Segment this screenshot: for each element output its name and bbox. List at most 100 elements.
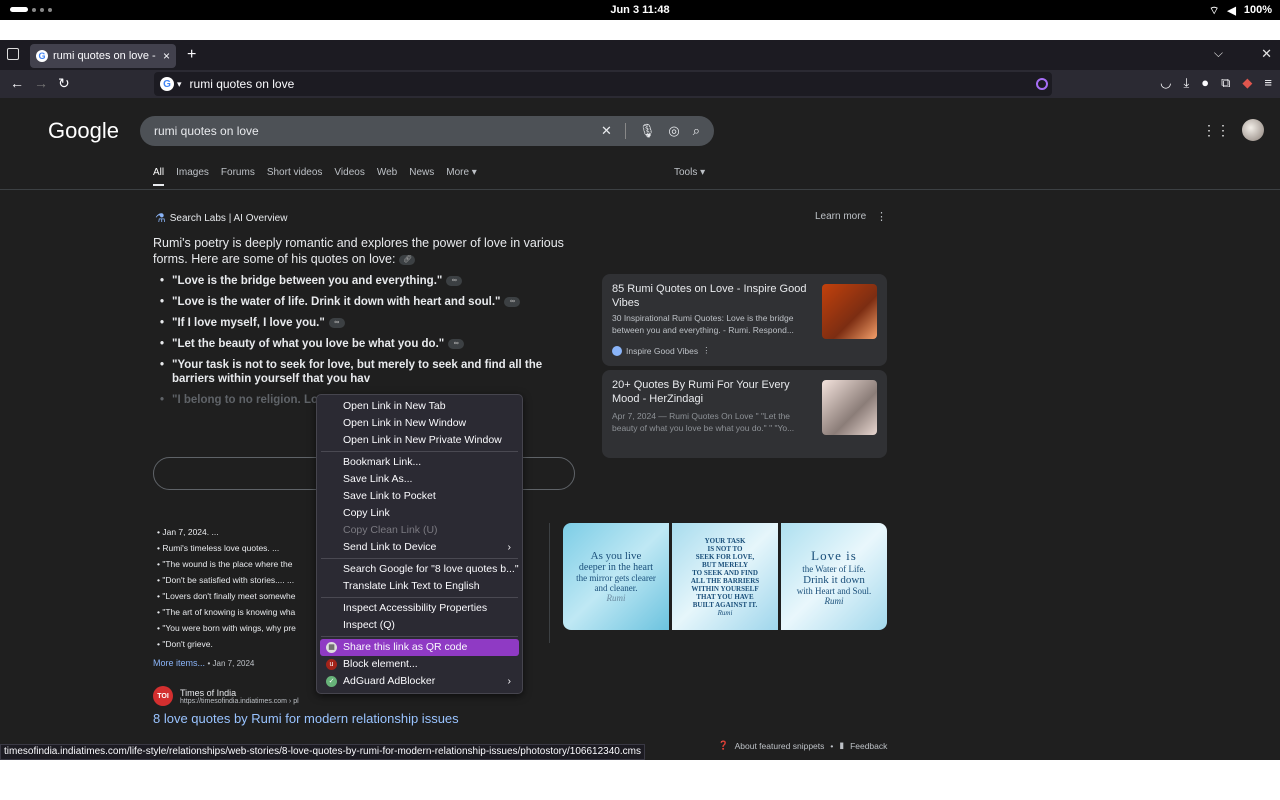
search-input[interactable]: rumi quotes on love ✕ 🎙︎ ◎ ⌕	[140, 116, 714, 146]
more-options-icon[interactable]: ⋮	[876, 210, 887, 223]
tab-strip: G rumi quotes on love - G × + ⌵ ✕	[0, 40, 1280, 70]
chevron-down-icon[interactable]: ▾	[177, 79, 182, 90]
snippet-footer: ❓ About featured snippets • ▮ Feedback	[718, 740, 887, 751]
menu-adguard[interactable]: ✓ AdGuard AdBlocker ›	[320, 673, 519, 690]
browser-window: G rumi quotes on love - G × + ⌵ ✕ ← → ↻ …	[0, 40, 1280, 760]
link-icon[interactable]: 🔗︎	[399, 254, 416, 265]
lens-icon[interactable]: ◎	[668, 123, 679, 139]
menu-separator	[321, 597, 518, 598]
link-icon[interactable]: ∞	[328, 317, 345, 328]
menu-translate[interactable]: Translate Link Text to English	[320, 578, 519, 595]
chevron-down-icon[interactable]: ⌵	[1214, 46, 1223, 61]
menu-inspect[interactable]: Inspect (Q)	[320, 617, 519, 634]
clear-icon[interactable]: ✕	[601, 123, 612, 139]
quote-image[interactable]: Love is the Water of Life. Drink it down…	[781, 523, 887, 630]
source-card[interactable]: 85 Rumi Quotes on Love - Inspire Good Vi…	[602, 274, 887, 366]
tab-more[interactable]: More ▾	[446, 167, 477, 186]
download-icon[interactable]: ⤓	[1184, 75, 1190, 91]
feedback-link[interactable]: Feedback	[850, 741, 887, 751]
tools-button[interactable]: Tools ▾	[674, 167, 705, 178]
menu-open-new-tab[interactable]: Open Link in New Tab	[320, 398, 519, 415]
more-items-link[interactable]: More items... • Jan 7, 2024	[153, 658, 254, 668]
card-title[interactable]: 20+ Quotes By Rumi For Your Every Mood -…	[612, 378, 817, 406]
qr-code-icon: ▦	[326, 642, 337, 653]
about-snippets-link[interactable]: About featured snippets	[735, 741, 825, 751]
tab-web[interactable]: Web	[377, 167, 397, 186]
menu-bookmark-link[interactable]: Bookmark Link...	[320, 454, 519, 471]
list-all-tabs-icon[interactable]	[7, 48, 19, 60]
menu-save-to-pocket[interactable]: Save Link to Pocket	[320, 488, 519, 505]
result-title-link[interactable]: 8 love quotes by Rumi for modern relatio…	[153, 711, 459, 726]
list-item: "Let the beauty of what you love be what…	[160, 337, 580, 351]
menu-open-private-window[interactable]: Open Link in New Private Window	[320, 432, 519, 449]
menu-open-new-window[interactable]: Open Link in New Window	[320, 415, 519, 432]
back-icon[interactable]: ←	[10, 75, 24, 91]
result-source[interactable]: TOI Times of India https://timesofindia.…	[153, 686, 299, 706]
search-icon[interactable]: ⌕	[693, 123, 700, 139]
search-engine-icon[interactable]: G	[160, 77, 174, 91]
url-text: rumi quotes on love	[189, 77, 295, 91]
extension-icon[interactable]	[1036, 78, 1048, 90]
system-top-bar: Jun 3 11:48 ⌔ ◀ 100%	[0, 0, 1280, 20]
menu-save-link-as[interactable]: Save Link As...	[320, 471, 519, 488]
link-icon[interactable]: ∞	[446, 275, 463, 286]
result-site-name: Times of India	[180, 687, 237, 698]
source-card[interactable]: 20+ Quotes By Rumi For Your Every Mood -…	[602, 370, 887, 458]
account-icon[interactable]: ●	[1201, 75, 1209, 91]
menu-copy-link[interactable]: Copy Link	[320, 505, 519, 522]
link-icon[interactable]: ∞	[448, 338, 465, 349]
tab-news[interactable]: News	[409, 167, 434, 186]
extensions-icon[interactable]: ⧉	[1221, 75, 1230, 91]
menu-send-to-device[interactable]: Send Link to Device ›	[320, 539, 519, 556]
reload-icon[interactable]: ↻	[58, 75, 70, 92]
menu-separator	[321, 451, 518, 452]
avatar[interactable]	[1242, 119, 1264, 141]
divider	[549, 523, 550, 643]
flask-icon: ⚗	[155, 211, 166, 225]
menu-inspect-accessibility[interactable]: Inspect Accessibility Properties	[320, 600, 519, 617]
chevron-right-icon: ›	[507, 675, 512, 687]
list-item: • "The art of knowing is knowing wha	[157, 607, 296, 617]
menu-search-google[interactable]: Search Google for "8 love quotes b..."	[320, 561, 519, 578]
menu-icon[interactable]: ≡	[1264, 75, 1272, 91]
more-options-icon[interactable]: ⋮	[702, 345, 711, 356]
apps-grid-icon[interactable]: ⋮⋮	[1202, 122, 1230, 139]
address-bar[interactable]: G ▾ rumi quotes on love	[154, 72, 1052, 96]
tab-forums[interactable]: Forums	[221, 167, 255, 186]
list-item: "If I love myself, I love you."∞	[160, 316, 580, 330]
toolbar-icons: ◡ ⤓ ● ⧉ ◆ ≡	[1160, 75, 1272, 91]
microphone-icon[interactable]: 🎙︎	[639, 123, 656, 139]
tab-all[interactable]: All	[153, 167, 165, 186]
new-tab-button[interactable]: +	[187, 46, 196, 64]
google-favicon-icon: G	[36, 50, 48, 62]
adguard-icon[interactable]: ◆	[1242, 75, 1252, 91]
tab-short-videos[interactable]: Short videos	[267, 167, 323, 186]
system-status-area[interactable]: ⌔ ◀ 100%	[1209, 4, 1272, 18]
list-item: • "Don't grieve.	[157, 639, 213, 649]
close-window-icon[interactable]: ✕	[1261, 46, 1272, 62]
tab-active[interactable]: G rumi quotes on love - G ×	[30, 44, 176, 68]
quote-image[interactable]: As you live deeper in the heart the mirr…	[563, 523, 669, 630]
card-thumbnail	[822, 284, 877, 339]
toi-logo-icon: TOI	[153, 686, 173, 706]
list-item: • "Lovers don't finally meet somewhe	[157, 591, 296, 601]
close-tab-icon[interactable]: ×	[163, 49, 170, 63]
footer-separator: •	[830, 740, 834, 751]
divider	[0, 189, 1280, 190]
battery-label: 100%	[1243, 4, 1272, 16]
tab-title: rumi quotes on love - G	[53, 50, 159, 62]
menu-share-qr[interactable]: ▦ Share this link as QR code	[320, 639, 519, 656]
learn-more-link[interactable]: Learn more	[815, 211, 866, 222]
menu-block-element[interactable]: u Block element...	[320, 656, 519, 673]
ai-overview-header: ⚗ Search Labs | AI Overview	[155, 211, 287, 225]
forward-icon[interactable]: →	[34, 75, 48, 91]
pocket-icon[interactable]: ◡	[1160, 75, 1171, 91]
google-logo[interactable]: Google	[48, 118, 119, 144]
tab-videos[interactable]: Videos	[334, 167, 364, 186]
clock[interactable]: Jun 3 11:48	[0, 4, 1280, 16]
quote-image[interactable]: YOUR TASK IS NOT TO SEEK FOR LOVE, BUT M…	[672, 523, 778, 630]
link-icon[interactable]: ∞	[504, 296, 521, 307]
card-title[interactable]: 85 Rumi Quotes on Love - Inspire Good Vi…	[612, 282, 817, 310]
context-menu: Open Link in New Tab Open Link in New Wi…	[316, 394, 523, 694]
tab-images[interactable]: Images	[176, 167, 209, 186]
